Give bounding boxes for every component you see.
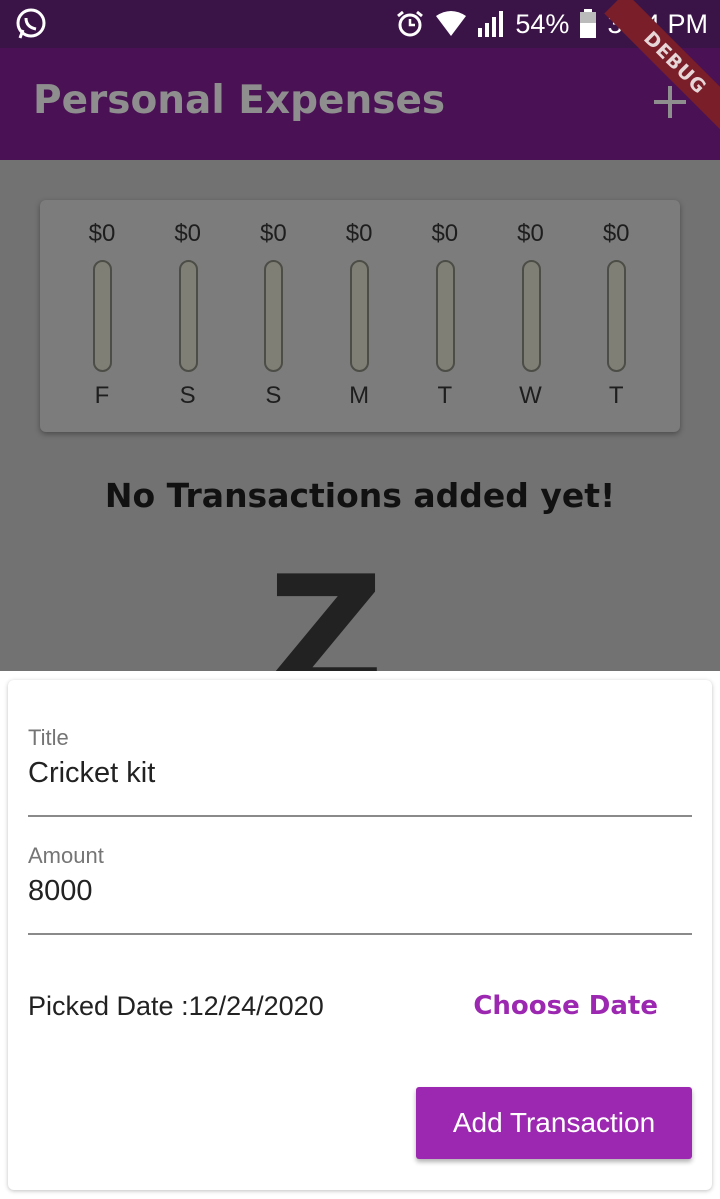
bar-amount-label: $0 [260, 220, 287, 247]
alarm-icon [397, 10, 424, 37]
bar-track [350, 260, 370, 372]
bar-day-label: S [265, 382, 282, 409]
bar-track [178, 260, 198, 372]
bar-day-label: M [349, 382, 370, 409]
chart-bar-5: $0 W [501, 200, 561, 432]
add-transaction-button[interactable]: Add Transaction [416, 1087, 692, 1159]
chart-bar-0: $0 F [72, 200, 132, 432]
bar-amount-label: $0 [174, 220, 202, 247]
bar-amount-label: $0 [345, 220, 373, 247]
chart-bar-1: $0 S [158, 200, 218, 432]
choose-date-button[interactable]: Choose Date [473, 991, 658, 1021]
battery-percent: 54% [515, 8, 570, 39]
signal-icon [478, 11, 504, 37]
amount-field[interactable]: Amount 8000 [28, 843, 692, 935]
bar-track [521, 260, 541, 372]
amount-field-value[interactable]: 8000 [28, 875, 692, 908]
title-field[interactable]: Title Cricket kit [28, 725, 692, 817]
chart-bar-4: $0 T [415, 200, 475, 432]
title-field-value[interactable]: Cricket kit [28, 757, 692, 790]
amount-field-label: Amount [28, 843, 104, 868]
bar-day-label: S [179, 382, 196, 409]
chart-bar-3: $0 M [329, 200, 389, 432]
new-transaction-card: Title Cricket kit Amount 8000 Picked Dat… [8, 680, 712, 1190]
weekly-chart: $0 F $0 S $0 S $0 M $0 T $0 W $0 T [40, 200, 680, 432]
battery-icon [580, 9, 597, 38]
title-field-label: Title [28, 725, 69, 750]
bar-amount-label: $0 [431, 220, 459, 247]
bar-day-label: T [608, 382, 624, 409]
bar-amount-label: $0 [602, 220, 630, 247]
bar-track [435, 260, 455, 372]
bar-day-label: F [94, 382, 110, 409]
whatsapp-icon [16, 8, 46, 39]
wifi-icon [436, 11, 467, 36]
bottom-sheet: Title Cricket kit Amount 8000 Picked Dat… [0, 671, 720, 1199]
picked-date-text: Picked Date :12/24/2020 [28, 991, 324, 1021]
bar-track [93, 260, 112, 372]
bar-day-label: W [519, 382, 542, 409]
chart-bar-6: $0 T [586, 200, 646, 432]
empty-state-text: No Transactions added yet! [104, 476, 616, 515]
bar-day-label: T [437, 382, 453, 409]
app-title: Personal Expenses [33, 78, 446, 123]
bar-amount-label: $0 [88, 220, 116, 247]
chart-bar-2: $0 S [243, 200, 303, 432]
app-bar: Personal Expenses [0, 48, 720, 160]
bar-amount-label: $0 [517, 220, 544, 247]
bar-track [607, 260, 627, 372]
bar-track [264, 260, 284, 372]
